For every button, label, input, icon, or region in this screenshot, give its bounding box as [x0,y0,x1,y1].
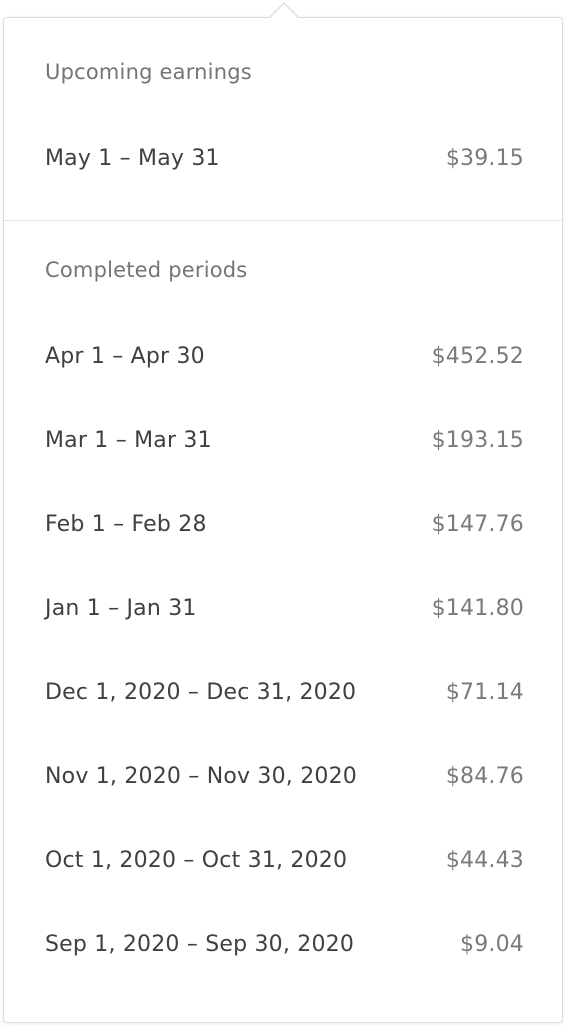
period-amount: $141.80 [431,595,524,621]
period-amount: $452.52 [431,343,524,369]
completed-periods-heading: Completed periods [45,258,248,282]
period-amount: $44.43 [445,847,524,873]
period-range: Dec 1, 2020 – Dec 31, 2020 [45,679,357,705]
period-range: Jan 1 – Jan 31 [45,595,197,621]
period-amount: $39.15 [445,145,524,171]
period-range: Oct 1, 2020 – Oct 31, 2020 [45,847,348,873]
period-amount: $9.04 [460,931,524,957]
period-range: Mar 1 – Mar 31 [45,427,212,453]
period-range: Nov 1, 2020 – Nov 30, 2020 [45,763,357,789]
completed-period-row[interactable]: Nov 1, 2020 – Nov 30, 2020 $84.76 [45,756,524,796]
completed-period-row[interactable]: Oct 1, 2020 – Oct 31, 2020 $44.43 [45,840,524,880]
period-amount: $71.14 [445,679,524,705]
completed-period-row[interactable]: Dec 1, 2020 – Dec 31, 2020 $71.14 [45,672,524,712]
completed-period-row[interactable]: Jan 1 – Jan 31 $141.80 [45,588,524,628]
period-range: Apr 1 – Apr 30 [45,343,205,369]
section-divider [4,220,562,221]
period-amount: $147.76 [431,511,524,537]
period-amount: $193.15 [431,427,524,453]
completed-period-row[interactable]: Sep 1, 2020 – Sep 30, 2020 $9.04 [45,924,524,964]
period-range: Sep 1, 2020 – Sep 30, 2020 [45,931,355,957]
caret-fill [269,3,299,19]
period-amount: $84.76 [445,763,524,789]
completed-period-row[interactable]: Feb 1 – Feb 28 $147.76 [45,504,524,544]
completed-period-row[interactable]: Mar 1 – Mar 31 $193.15 [45,420,524,460]
period-range: May 1 – May 31 [45,145,220,171]
earnings-popover: Upcoming earnings May 1 – May 31 $39.15 … [3,17,563,1023]
completed-period-row[interactable]: Apr 1 – Apr 30 $452.52 [45,336,524,376]
upcoming-period-row[interactable]: May 1 – May 31 $39.15 [45,138,524,178]
upcoming-earnings-heading: Upcoming earnings [45,60,252,84]
period-range: Feb 1 – Feb 28 [45,511,207,537]
